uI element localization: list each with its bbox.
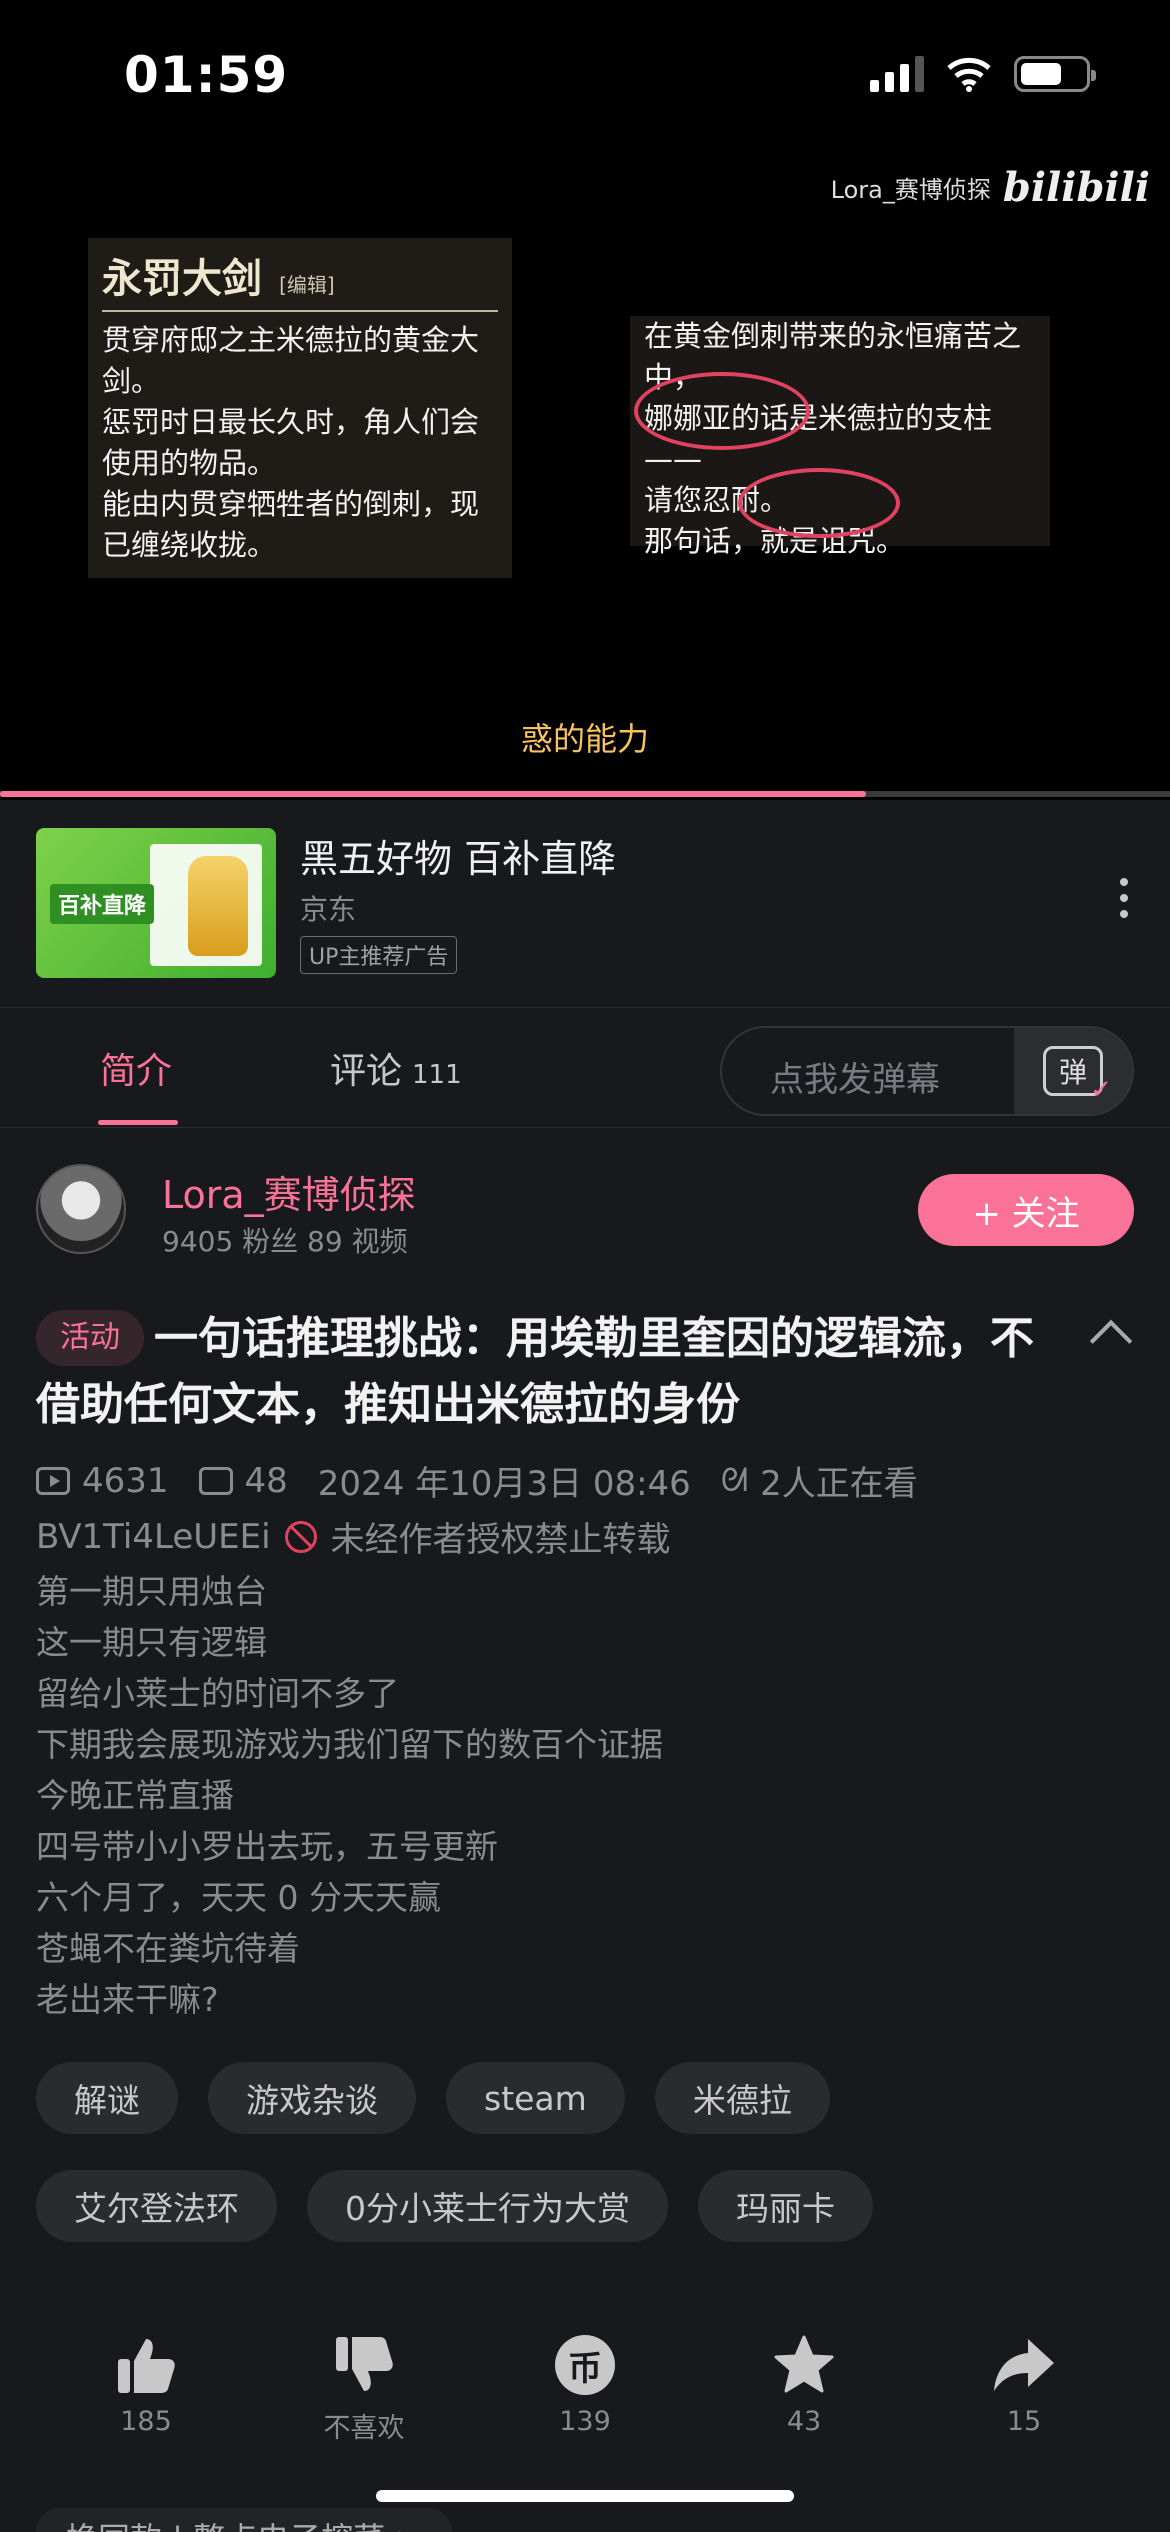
- ad-tag: UP主推荐广告: [300, 936, 458, 974]
- watching-icon: ᘛ: [720, 1461, 749, 1499]
- bilibili-logo: bilibili: [1002, 164, 1150, 211]
- share-count: 15: [1006, 2406, 1042, 2437]
- danmaku-count-icon: [198, 1466, 233, 1495]
- highlight-circle: [738, 468, 900, 538]
- video-title: 活动 一句话推理挑战：用埃勒里奎因的逻辑流，不借助任何文本，推知出米德拉的身份: [36, 1306, 1076, 1438]
- view-count: 4631: [82, 1460, 169, 1501]
- star-icon: [774, 2335, 834, 2393]
- description-line: 第一期只用烛台: [36, 1572, 267, 1611]
- signal-icon: [870, 56, 924, 92]
- ad-thumbnail[interactable]: 百补直降: [36, 828, 276, 978]
- video-watermark: Lora_赛博侦探 bilibili: [831, 164, 1150, 211]
- favorite-count: 43: [786, 2406, 822, 2437]
- watching-count: 2人正在看: [760, 1464, 918, 1504]
- no-repost-icon: [284, 1520, 317, 1553]
- video-progress-bar[interactable]: [0, 791, 1170, 797]
- tag-chip[interactable]: 米德拉: [654, 2062, 830, 2134]
- description-line: 苍蝇不在粪坑待着: [36, 1929, 300, 1968]
- tab-active-indicator: [98, 1120, 178, 1125]
- copyright-notice: 未经作者授权禁止转载: [330, 1520, 671, 1560]
- action-bar: 185 不喜欢 币 139 43 15: [0, 2330, 1170, 2450]
- watermark-user: Lora_赛博侦探: [830, 176, 991, 204]
- tags-row-2: 艾尔登法环 0分小莱士行为大赏 玛丽卡: [36, 2170, 873, 2242]
- home-indicator[interactable]: [376, 2490, 794, 2502]
- avatar[interactable]: [36, 1164, 126, 1254]
- video-meta-2: BV1Ti4LeUEEi 未经作者授权禁止转载: [36, 1512, 671, 1561]
- bvid[interactable]: BV1Ti4LeUEEi: [36, 1517, 271, 1557]
- video-description: 第一期只用烛台 这一期只有逻辑 留给小莱士的时间不多了 下期我会展现游戏为我们留…: [36, 1566, 663, 2025]
- related-section-peek[interactable]: 换同款 | 整点电子榨菜 >: [36, 2508, 453, 2532]
- description-line: 下期我会展现游戏为我们留下的数百个证据: [36, 1725, 663, 1764]
- description-line: 四号带小小罗出去玩，五号更新: [36, 1827, 498, 1866]
- tag-chip[interactable]: 游戏杂谈: [208, 2062, 416, 2134]
- progress-fill: [0, 791, 866, 797]
- chevron-up-icon[interactable]: [1089, 1319, 1133, 1363]
- favorite-button[interactable]: 43: [724, 2330, 884, 2437]
- tab-comments-label: 评论: [330, 1051, 403, 1092]
- wifi-icon: [947, 57, 991, 92]
- like-button[interactable]: 185: [66, 2330, 226, 2437]
- tag-chip[interactable]: 解谜: [36, 2062, 178, 2134]
- video-player[interactable]: 01:59 Lora_赛博侦探 bilibili 永罚大剑 [编辑] 贯穿府邸之…: [0, 0, 1170, 800]
- danmaku-icon: 弹: [1043, 1046, 1112, 1105]
- video-title-text: 一句话推理挑战：用埃勒里奎因的逻辑流，不借助任何文本，推知出米德拉的身份: [36, 1313, 1034, 1430]
- battery-icon: [1014, 56, 1096, 92]
- description-line: 留给小莱士的时间不多了: [36, 1674, 399, 1713]
- tag-chip[interactable]: 艾尔登法环: [36, 2170, 277, 2242]
- detail-tabs: 简介 评论 111 点我发弹幕 弹: [0, 1008, 1170, 1128]
- publish-date: 2024 年10月3日 08:46: [317, 1464, 691, 1504]
- ad-brand: 京东: [300, 893, 357, 926]
- tab-intro[interactable]: 简介: [100, 1042, 172, 1094]
- play-count-icon: [36, 1466, 70, 1495]
- danmaku-placeholder: 点我发弹幕: [770, 1060, 940, 1100]
- oil-bottle-image: [188, 856, 248, 956]
- item-description-card: 永罚大剑 [编辑] 贯穿府邸之主米德拉的黄金大 剑。 惩罚时日最长久时，角人们会…: [88, 238, 512, 578]
- item-edit-label: [编辑]: [279, 273, 335, 297]
- video-meta: 4631 48 2024 年10月3日 08:46 ᘛ 2人正在看: [36, 1456, 918, 1505]
- description-line: 今晚正常直播: [36, 1776, 234, 1815]
- uploader-stats: 9405 粉丝 89 视频: [162, 1225, 408, 1258]
- card-divider: [102, 310, 498, 312]
- share-icon: [994, 2339, 1054, 2391]
- danmaku-toggle-button[interactable]: 弹: [1014, 1028, 1132, 1114]
- ad-banner[interactable]: 百补直降 黑五好物 百补直降 京东 UP主推荐广告: [0, 800, 1170, 1008]
- danmaku-count: 48: [244, 1460, 288, 1501]
- thumbs-up-icon: [118, 2339, 175, 2393]
- comments-count: 111: [412, 1060, 462, 1090]
- tags-row-1: 解谜 游戏杂谈 steam 米德拉: [36, 2062, 830, 2134]
- share-button[interactable]: 15: [944, 2330, 1104, 2437]
- highlight-circle: [634, 372, 810, 450]
- dislike-label: 不喜欢: [323, 2413, 405, 2444]
- item-title: 永罚大剑: [102, 255, 262, 302]
- tag-chip[interactable]: steam: [446, 2062, 625, 2134]
- coin-button[interactable]: 币 139: [505, 2330, 665, 2437]
- tab-comments[interactable]: 评论 111: [330, 1042, 462, 1094]
- dislike-button[interactable]: 不喜欢: [284, 2330, 444, 2445]
- description-line: 这一期只有逻辑: [36, 1623, 267, 1662]
- coin-count: 139: [559, 2406, 611, 2437]
- description-line: 老出来干嘛?: [36, 1980, 219, 2019]
- status-icons: [870, 56, 1096, 92]
- ad-title[interactable]: 黑五好物 百补直降: [300, 828, 616, 883]
- activity-badge[interactable]: 活动: [36, 1310, 144, 1366]
- danmaku-input[interactable]: 点我发弹幕 弹: [720, 1026, 1134, 1116]
- coin-icon: 币: [555, 2335, 615, 2395]
- status-time: 01:59: [124, 46, 289, 104]
- tag-chip[interactable]: 0分小莱士行为大赏: [307, 2170, 668, 2242]
- follow-button[interactable]: + 关注: [918, 1174, 1134, 1246]
- video-subtitle: 惑的能力: [520, 720, 649, 758]
- item-description: 贯穿府邸之主米德拉的黄金大 剑。 惩罚时日最长久时，角人们会 使用的物品。 能由…: [102, 323, 480, 562]
- thumbs-down-icon: [336, 2337, 393, 2391]
- more-options-icon[interactable]: [1120, 878, 1128, 918]
- ad-thumb-label: 百补直降: [50, 884, 155, 924]
- tag-chip[interactable]: 玛丽卡: [698, 2170, 873, 2242]
- description-line: 六个月了，天天 0 分天天赢: [36, 1878, 441, 1917]
- like-count: 185: [120, 2406, 172, 2437]
- uploader-name[interactable]: Lora_赛博侦探: [162, 1164, 416, 1219]
